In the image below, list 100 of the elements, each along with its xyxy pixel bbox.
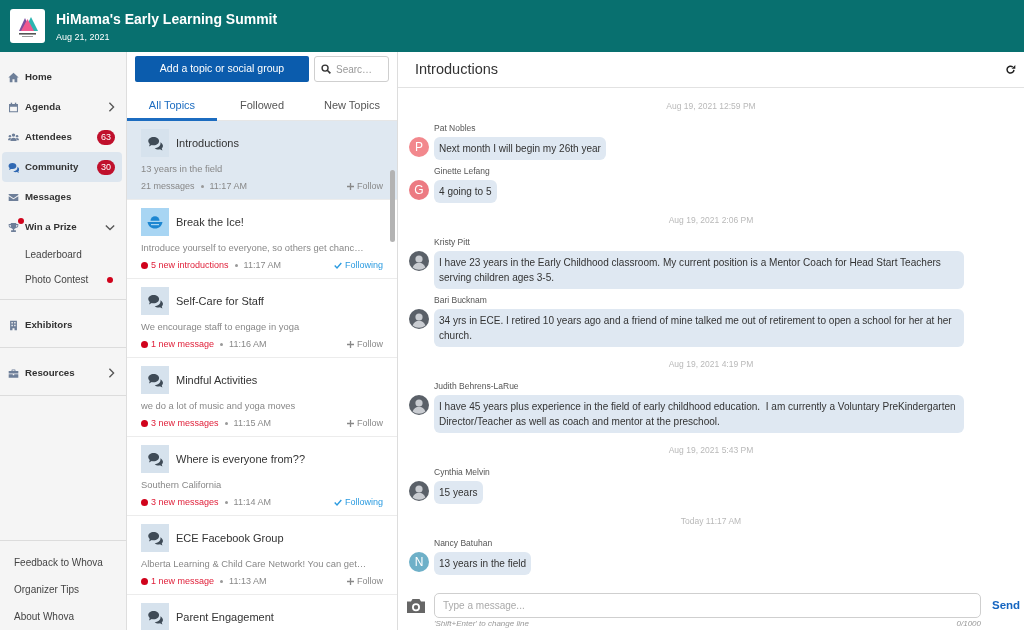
topic-tab[interactable]: Followed bbox=[217, 90, 307, 121]
building-icon bbox=[8, 319, 19, 331]
trophy-icon bbox=[8, 221, 19, 233]
follow-toggle[interactable]: Follow bbox=[347, 574, 383, 588]
topic-time: 11:15 AM bbox=[233, 417, 271, 430]
topic-item[interactable]: ECE Facebook Group Alberta Learning & Child Care Network! You can get… 1 new message 11:13 AM Follow bbox=[127, 516, 397, 595]
sidebar-item[interactable]: Attendees 63 bbox=[2, 122, 122, 152]
message-timestamp: Aug 19, 2021 2:06 PM bbox=[668, 215, 754, 225]
topic-title: ECE Facebook Group bbox=[176, 530, 284, 546]
send-button[interactable]: Send bbox=[992, 596, 1020, 615]
chat-bubbles-icon bbox=[141, 287, 169, 315]
topic-preview: Southern California bbox=[141, 479, 222, 490]
topic-time: 11:17 AM bbox=[209, 180, 247, 193]
check-icon bbox=[333, 261, 342, 269]
people-icon bbox=[8, 131, 19, 143]
author-name: Bari Bucknam bbox=[434, 295, 487, 305]
topic-item[interactable]: Introductions 13 years in the field 21 messages 11:17 AM Follow bbox=[127, 121, 397, 200]
topic-title: Break the Ice! bbox=[176, 214, 244, 230]
message-timestamp: Aug 19, 2021 12:59 PM bbox=[666, 101, 756, 111]
input-hint: 'Shift+Enter' to change line bbox=[434, 619, 529, 628]
plus-icon bbox=[347, 182, 354, 190]
chat-bubbles-icon bbox=[141, 445, 169, 473]
sidebar-subitem[interactable]: Leaderboard bbox=[2, 242, 122, 267]
logo-icon bbox=[10, 9, 45, 43]
message-count: 21 messages bbox=[141, 180, 195, 193]
person-avatar-icon bbox=[409, 481, 429, 501]
calendar-icon bbox=[8, 101, 19, 113]
message-count: 5 new introductions bbox=[151, 259, 229, 272]
author-name: Cynthia Melvin bbox=[434, 467, 490, 477]
sidebar-item[interactable]: Messages bbox=[2, 182, 122, 212]
bowl-icon bbox=[141, 208, 169, 236]
message-bubble: Next month I will begin my 26th year bbox=[434, 137, 606, 160]
message-bubble: 34 yrs in ECE. I retired 10 years ago and a friend of mine talked me out of retirement to open a school for her at her church. bbox=[434, 309, 964, 347]
search-field[interactable]: Searc… bbox=[314, 56, 389, 82]
search-icon bbox=[321, 64, 331, 74]
topic-title: Self-Care for Staff bbox=[176, 293, 264, 309]
avatar-initial: N bbox=[409, 552, 429, 572]
toolbox-icon bbox=[8, 367, 19, 379]
footer-link[interactable]: Organizer Tips bbox=[14, 582, 80, 597]
topic-title: Introductions bbox=[176, 135, 239, 151]
topic-preview: We encourage staff to engage in yoga bbox=[141, 321, 300, 332]
topic-time: 11:17 AM bbox=[243, 259, 281, 272]
envelope-icon bbox=[8, 191, 19, 203]
chat-bubbles-icon bbox=[141, 129, 169, 157]
sidebar-item[interactable]: Home bbox=[2, 62, 122, 92]
message-bubble: 13 years in the field bbox=[434, 552, 532, 575]
scrollbar-thumb[interactable] bbox=[390, 170, 395, 242]
sidebar-item[interactable]: Exhibitors bbox=[2, 310, 122, 340]
topic-item[interactable]: Parent Engagement bbox=[127, 595, 397, 630]
person-avatar-icon bbox=[409, 395, 429, 415]
author-name: Nancy Batuhan bbox=[434, 538, 493, 548]
event-title: HiMama's Early Learning Summit bbox=[56, 9, 278, 28]
footer-link[interactable]: Feedback to Whova bbox=[14, 555, 103, 570]
follow-toggle[interactable]: Follow bbox=[347, 337, 383, 351]
check-icon bbox=[333, 498, 342, 506]
sidebar-item[interactable]: Resources bbox=[2, 358, 122, 388]
person-avatar-icon bbox=[409, 309, 429, 329]
camera-icon[interactable] bbox=[406, 597, 426, 614]
topic-tab[interactable]: New Topics bbox=[307, 90, 397, 121]
home-icon bbox=[8, 71, 19, 83]
refresh-icon[interactable] bbox=[1005, 64, 1016, 75]
sidebar-item[interactable]: Win a Prize bbox=[2, 212, 122, 242]
topic-item[interactable]: Mindful Activities we do a lot of music and yoga moves 3 new messages 11:15 AM Follow bbox=[127, 358, 397, 437]
topic-preview: Introduce yourself to everyone, so others get chanc… bbox=[141, 242, 364, 253]
count-badge: 63 bbox=[97, 129, 115, 145]
follow-toggle[interactable]: Follow bbox=[347, 416, 383, 430]
chat-bubbles-icon bbox=[8, 161, 19, 173]
plus-icon bbox=[347, 340, 354, 348]
character-counter: 0/1000 bbox=[956, 619, 981, 628]
message-bubble: I have 45 years plus experience in the field of early childhood education. I am currently a Voluntary PreKindergarten Director/Teacher as well as coach and mentor at the preschool. bbox=[434, 395, 964, 433]
topic-time: 11:13 AM bbox=[229, 575, 267, 588]
topic-preview: Alberta Learning & Child Care Network! You can get… bbox=[141, 558, 367, 569]
topic-tab[interactable]: All Topics bbox=[127, 90, 217, 121]
message-input[interactable]: Type a message... bbox=[434, 593, 981, 618]
message-bubble: 4 going to 5 bbox=[434, 180, 497, 203]
plus-icon bbox=[347, 577, 354, 585]
topic-item[interactable]: Self-Care for Staff We encourage staff to engage in yoga 1 new message 11:16 AM Follow bbox=[127, 279, 397, 358]
sidebar-item[interactable]: Community 30 bbox=[2, 152, 122, 182]
author-name: Kristy Pitt bbox=[434, 237, 470, 247]
chat-bubbles-icon bbox=[141, 366, 169, 394]
separator-dot-icon bbox=[234, 263, 238, 267]
topic-preview: 13 years in the field bbox=[141, 163, 223, 174]
message-timestamp: Aug 19, 2021 5:43 PM bbox=[668, 445, 754, 455]
add-topic-button[interactable]: Add a topic or social group bbox=[135, 56, 309, 82]
separator-dot-icon bbox=[220, 342, 224, 346]
author-name: Judith Behrens-LaRue bbox=[434, 381, 519, 391]
sidebar-subitem[interactable]: Photo Contest bbox=[2, 267, 122, 292]
topic-title: Parent Engagement bbox=[176, 609, 274, 625]
message-count: 1 new message bbox=[151, 338, 215, 351]
footer-link[interactable]: About Whova bbox=[14, 609, 75, 624]
topic-preview: we do a lot of music and yoga moves bbox=[141, 400, 296, 411]
plus-icon bbox=[347, 419, 354, 427]
sidebar-item[interactable]: Agenda bbox=[2, 92, 122, 122]
topic-time: 11:16 AM bbox=[229, 338, 267, 351]
chat-bubbles-icon bbox=[141, 603, 169, 630]
topic-item[interactable]: Where is everyone from?? Southern California 3 new messages 11:14 AM Following bbox=[127, 437, 397, 516]
author-name: Pat Nobles bbox=[434, 123, 476, 133]
topic-title: Where is everyone from?? bbox=[176, 451, 305, 467]
avatar-initial: G bbox=[409, 180, 429, 200]
chat-bubbles-icon bbox=[141, 524, 169, 552]
